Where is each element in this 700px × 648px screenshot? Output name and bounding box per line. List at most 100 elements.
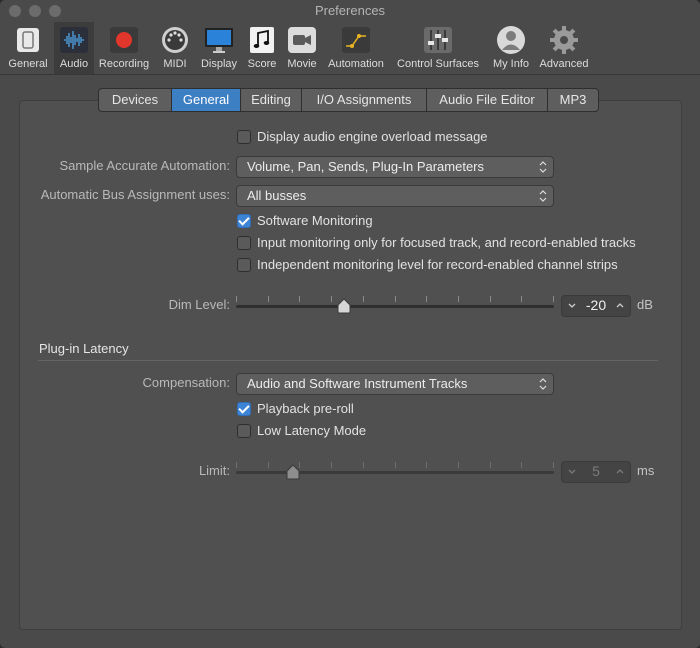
slider-tick (521, 296, 522, 302)
playback-preroll-label: Playback pre-roll (257, 401, 354, 416)
limit-stepper[interactable]: 5 (561, 461, 631, 483)
toolbar-advanced[interactable]: Advanced (537, 22, 591, 74)
slider-tick (458, 462, 459, 468)
dim-level-track (236, 305, 554, 308)
window-title: Preferences (314, 3, 386, 18)
automation-icon (342, 27, 370, 53)
toolbar-recording-label: Recording (98, 58, 150, 70)
slider-tick (395, 462, 396, 468)
slider-tick (490, 462, 491, 468)
toolbar-midi[interactable]: MIDI (157, 22, 193, 74)
tab-general[interactable]: General (172, 89, 241, 111)
control-surfaces-icon (424, 27, 452, 53)
slider-tick (268, 296, 269, 302)
chevron-up-icon[interactable] (614, 465, 626, 479)
record-icon (110, 27, 138, 53)
compensation-label: Compensation: (142, 375, 230, 390)
display-icon (205, 28, 233, 53)
sample-accurate-popup[interactable]: Volume, Pan, Sends, Plug-In Parameters (236, 156, 554, 178)
slider-tick (395, 296, 396, 302)
preferences-window: Preferences General Audio Recording MIDI… (0, 0, 700, 648)
minimize-window-button[interactable] (29, 5, 41, 17)
tab-audio-file-editor[interactable]: Audio File Editor (427, 89, 548, 111)
independent-monitoring-label: Independent monitoring level for record-… (257, 257, 618, 272)
slider-tick (426, 296, 427, 302)
chevron-down-icon[interactable] (566, 465, 578, 479)
input-monitoring-label: Input monitoring only for focused track,… (257, 235, 636, 250)
overload-checkbox[interactable] (237, 130, 251, 144)
bus-assignment-popup[interactable]: All busses (236, 185, 554, 207)
popup-chevrons-icon (539, 161, 547, 173)
tab-io-assignments[interactable]: I/O Assignments (302, 89, 427, 111)
toolbar-movie-label: Movie (287, 58, 317, 70)
slider-knob[interactable] (337, 298, 351, 314)
movie-icon (288, 27, 316, 53)
preferences-toolbar: General Audio Recording MIDI Display Sco… (0, 22, 700, 75)
software-monitoring-checkbox[interactable] (237, 214, 251, 228)
chevron-up-icon[interactable] (614, 299, 626, 313)
compensation-popup[interactable]: Audio and Software Instrument Tracks (236, 373, 554, 395)
toolbar-my-info[interactable]: My Info (488, 22, 534, 74)
slider-tick (553, 296, 554, 302)
slider-tick (521, 462, 522, 468)
sample-accurate-value: Volume, Pan, Sends, Plug-In Parameters (247, 159, 485, 174)
overload-label: Display audio engine overload message (257, 129, 488, 144)
software-monitoring-label: Software Monitoring (257, 213, 373, 228)
tab-mp3[interactable]: MP3 (548, 89, 598, 111)
chevron-down-icon[interactable] (566, 299, 578, 313)
slider-tick (490, 296, 491, 302)
slider-tick (458, 296, 459, 302)
limit-value: 5 (592, 463, 600, 479)
section-divider (38, 360, 658, 361)
toolbar-midi-label: MIDI (163, 58, 187, 70)
dim-level-slider[interactable] (236, 292, 554, 318)
close-window-button[interactable] (9, 5, 21, 17)
slider-tick (426, 462, 427, 468)
toolbar-recording[interactable]: Recording (96, 22, 152, 74)
limit-label: Limit: (198, 463, 230, 478)
input-monitoring-checkbox[interactable] (237, 236, 251, 250)
gear-icon (550, 26, 578, 54)
toolbar-display-label: Display (200, 58, 238, 70)
toolbar-score-label: Score (247, 58, 277, 70)
slider-tick (553, 462, 554, 468)
toolbar-automation-label: Automation (328, 58, 384, 70)
toolbar-display[interactable]: Display (197, 22, 241, 74)
toolbar-control-surfaces[interactable]: Control Surfaces (392, 22, 484, 74)
toolbar-my-info-label: My Info (492, 58, 530, 70)
bus-assignment-label: Automatic Bus Assignment uses: (40, 187, 230, 202)
tab-devices[interactable]: Devices (99, 89, 172, 111)
popup-chevrons-icon (539, 378, 547, 390)
toolbar-general[interactable]: General (4, 22, 52, 74)
slider-tick (331, 462, 332, 468)
audio-tabs: Devices General Editing I/O Assignments … (98, 88, 599, 112)
slider-tick (363, 296, 364, 302)
independent-monitoring-checkbox[interactable] (237, 258, 251, 272)
low-latency-checkbox[interactable] (237, 424, 251, 438)
slider-tick (331, 296, 332, 302)
slider-tick (268, 462, 269, 468)
midi-icon (162, 27, 188, 53)
dim-level-unit: dB (637, 297, 653, 312)
dim-level-stepper[interactable]: -20 (561, 295, 631, 317)
toolbar-score[interactable]: Score (244, 22, 280, 74)
toolbar-advanced-label: Advanced (539, 58, 589, 70)
playback-preroll-checkbox[interactable] (237, 402, 251, 416)
zoom-window-button[interactable] (49, 5, 61, 17)
toolbar-movie[interactable]: Movie (284, 22, 320, 74)
tab-editing[interactable]: Editing (241, 89, 302, 111)
limit-track (236, 471, 554, 474)
slider-tick (363, 462, 364, 468)
toolbar-audio[interactable]: Audio (54, 22, 94, 74)
slider-tick (299, 296, 300, 302)
audio-waveform-icon (60, 27, 88, 53)
toolbar-control-surfaces-label: Control Surfaces (397, 58, 479, 70)
toolbar-automation[interactable]: Automation (325, 22, 387, 74)
slider-knob[interactable] (286, 464, 300, 480)
score-icon (250, 27, 274, 53)
audio-preferences-panel (19, 100, 682, 630)
limit-slider[interactable] (236, 458, 554, 484)
dim-level-label: Dim Level: (168, 297, 230, 312)
toolbar-audio-label: Audio (59, 58, 89, 70)
general-icon (17, 28, 39, 52)
